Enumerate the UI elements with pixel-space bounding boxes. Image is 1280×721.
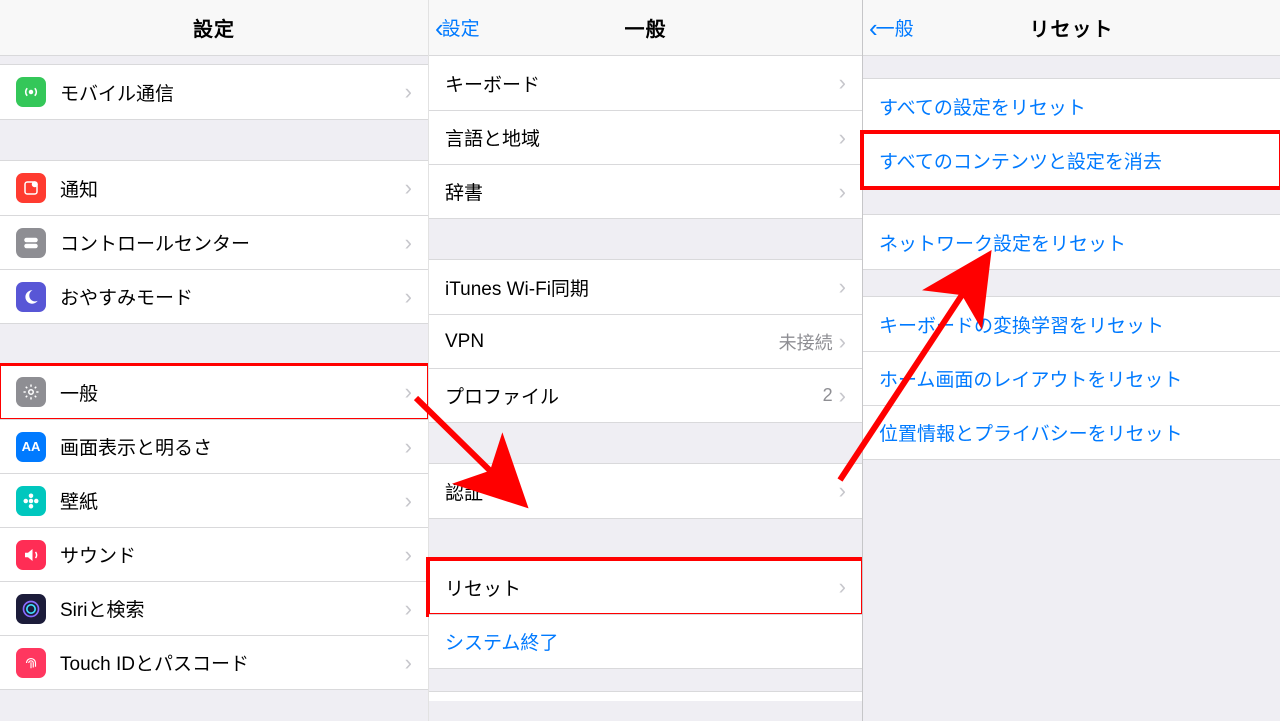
moon-icon — [16, 282, 46, 312]
siri-icon — [16, 594, 46, 624]
navbar-title: 設定 — [0, 0, 428, 55]
navbar-title: リセット — [863, 0, 1280, 55]
fingerprint-icon — [16, 648, 46, 678]
row-detail: 未接続 — [779, 329, 833, 355]
pane-reset: ‹ 一般 リセット すべての設定をリセット › すべてのコンテンツと設定を消去 … — [862, 0, 1280, 721]
row-label: 辞書 — [445, 178, 839, 205]
chevron-right-icon: › — [405, 230, 412, 256]
chevron-right-icon: › — [839, 179, 846, 205]
chevron-right-icon: › — [405, 596, 412, 622]
chevron-right-icon: › — [405, 488, 412, 514]
row-siri[interactable]: Siriと検索 › — [0, 581, 428, 635]
row-label: システム終了 — [445, 628, 846, 655]
row-label: 言語と地域 — [445, 124, 839, 151]
pane-settings: 設定 モバイル通信 › 通知 › — [0, 0, 428, 721]
row-label: VPN — [445, 331, 779, 353]
row-label: 認証 — [445, 478, 839, 505]
chevron-right-icon: › — [405, 379, 412, 405]
row-label: ホーム画面のレイアウトをリセット — [879, 365, 1264, 392]
row-reset-location-privacy[interactable]: 位置情報とプライバシーをリセット › — [863, 405, 1280, 459]
gear-icon — [16, 377, 46, 407]
row-label: おやすみモード — [60, 283, 405, 310]
text-size-icon: AA — [16, 432, 46, 462]
row-display[interactable]: AA 画面表示と明るさ › — [0, 419, 428, 473]
chevron-right-icon: › — [839, 70, 846, 96]
row-control-center[interactable]: コントロールセンター › — [0, 215, 428, 269]
chevron-right-icon: › — [405, 175, 412, 201]
row-label: iTunes Wi-Fi同期 — [445, 274, 839, 301]
chevron-right-icon: › — [839, 383, 846, 409]
row-wallpaper[interactable]: 壁紙 › — [0, 473, 428, 527]
row-mobile-data[interactable]: モバイル通信 › — [0, 65, 428, 119]
toggle-icon — [16, 228, 46, 258]
chevron-right-icon: › — [405, 650, 412, 676]
row-reset[interactable]: リセット › — [429, 560, 862, 614]
chevron-right-icon: › — [405, 542, 412, 568]
row-label: 通知 — [60, 175, 405, 202]
row-authentication[interactable]: 認証 › — [429, 464, 862, 518]
row-general[interactable]: 一般 › — [0, 365, 428, 419]
row-label: 位置情報とプライバシーをリセット — [879, 419, 1264, 446]
row-label: すべての設定をリセット — [879, 93, 1264, 120]
flower-icon — [16, 486, 46, 516]
row-label: Touch IDとパスコード — [60, 649, 405, 676]
navbar-general: ‹ 設定 一般 — [429, 0, 862, 56]
chevron-right-icon: › — [839, 274, 846, 300]
row-vpn[interactable]: VPN 未接続 › — [429, 314, 862, 368]
row-label: コントロールセンター — [60, 229, 405, 256]
row-label: プロファイル — [445, 382, 823, 409]
row-label: ネットワーク設定をリセット — [879, 229, 1264, 256]
row-do-not-disturb[interactable]: おやすみモード › — [0, 269, 428, 323]
row-itunes-wifi-sync[interactable]: iTunes Wi-Fi同期 › — [429, 260, 862, 314]
row-keyboard[interactable]: キーボード › — [429, 56, 862, 110]
row-label: 一般 — [60, 379, 405, 406]
row-sounds[interactable]: サウンド › — [0, 527, 428, 581]
chevron-right-icon: › — [405, 284, 412, 310]
antenna-icon — [16, 77, 46, 107]
row-shutdown[interactable]: システム終了 › — [429, 614, 862, 668]
row-language-region[interactable]: 言語と地域 › — [429, 110, 862, 164]
row-reset-all-settings[interactable]: すべての設定をリセット › — [863, 79, 1280, 133]
pane-general: ‹ 設定 一般 キーボード › 言語と地域 › 辞書 › iTunes Wi-F… — [428, 0, 862, 721]
row-notifications[interactable]: 通知 › — [0, 161, 428, 215]
row-touchid[interactable]: Touch IDとパスコード › — [0, 635, 428, 689]
chevron-right-icon: › — [839, 478, 846, 504]
chevron-right-icon: › — [839, 329, 846, 355]
row-label: 画面表示と明るさ — [60, 433, 405, 460]
row-dictionary[interactable]: 辞書 › — [429, 164, 862, 218]
row-label: キーボードの変換学習をリセット — [879, 311, 1264, 338]
row-reset-keyboard[interactable]: キーボードの変換学習をリセット › — [863, 297, 1280, 351]
row-reset-network[interactable]: ネットワーク設定をリセット › — [863, 215, 1280, 269]
chevron-right-icon: › — [839, 125, 846, 151]
row-label: Siriと検索 — [60, 595, 405, 622]
notification-icon — [16, 173, 46, 203]
row-label: キーボード — [445, 70, 839, 97]
speaker-icon — [16, 540, 46, 570]
chevron-right-icon: › — [405, 434, 412, 460]
chevron-right-icon: › — [839, 574, 846, 600]
row-label: 壁紙 — [60, 487, 405, 514]
row-detail: 2 — [823, 385, 833, 406]
row-profile[interactable]: プロファイル 2 › — [429, 368, 862, 422]
row-reset-home-layout[interactable]: ホーム画面のレイアウトをリセット › — [863, 351, 1280, 405]
row-label: モバイル通信 — [60, 79, 405, 106]
row-label: すべてのコンテンツと設定を消去 — [879, 147, 1264, 174]
row-label: リセット — [445, 574, 839, 601]
navbar-reset: ‹ 一般 リセット — [863, 0, 1280, 56]
navbar-settings: 設定 — [0, 0, 428, 56]
row-label: サウンド — [60, 541, 405, 568]
row-erase-all-content[interactable]: すべてのコンテンツと設定を消去 › — [863, 133, 1280, 187]
chevron-right-icon: › — [405, 79, 412, 105]
navbar-title: 一般 — [429, 0, 862, 55]
